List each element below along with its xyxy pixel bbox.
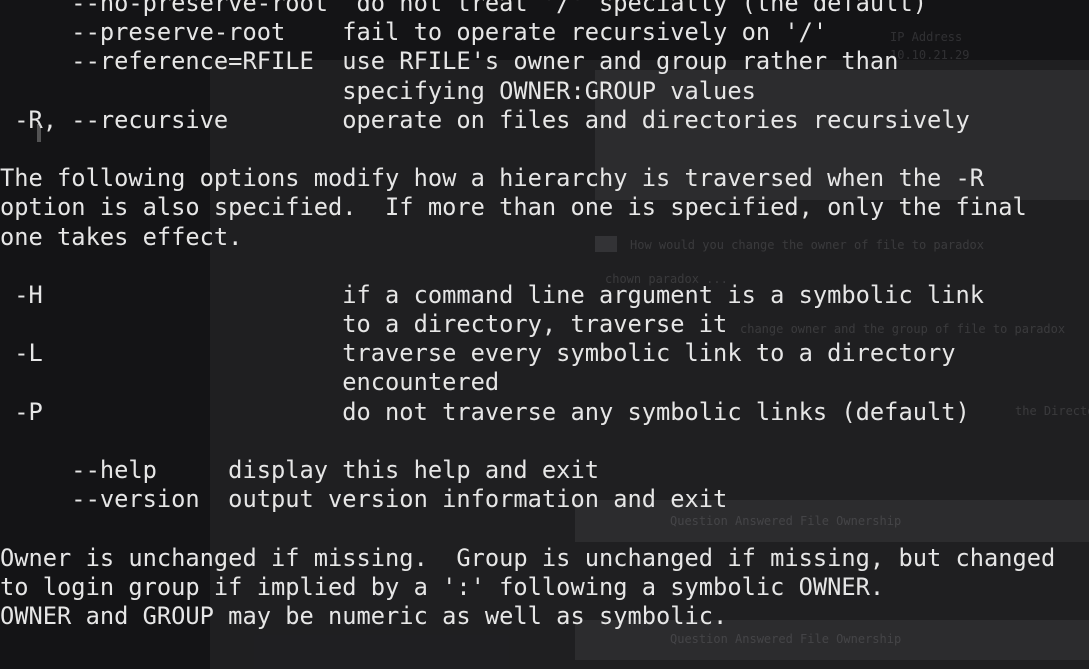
terminal-line: one takes effect. xyxy=(0,222,243,251)
terminal-line: Owner is unchanged if missing. Group is … xyxy=(0,543,1056,572)
terminal-line: --reference=RFILE use RFILE's owner and … xyxy=(0,47,899,76)
terminal-line: -R, --recursive operate on files and dir… xyxy=(0,105,970,134)
terminal-line: to login group if implied by a ':' follo… xyxy=(0,572,885,601)
terminal-line: option is also specified. If more than o… xyxy=(0,193,1027,222)
terminal-line: --no-preserve-root do not treat '/' spec… xyxy=(0,0,927,17)
background-footer-two: Question Answered File Ownership xyxy=(670,632,902,646)
terminal-line: --version output version information and… xyxy=(0,485,728,514)
text-cursor-icon xyxy=(37,124,41,142)
terminal-line: The following options modify how a hiera… xyxy=(0,164,985,193)
terminal-line: encountered xyxy=(0,368,500,397)
terminal-line: specifying OWNER:GROUP values xyxy=(0,76,756,105)
terminal-line: -L traverse every symbolic link to a dir… xyxy=(0,339,956,368)
terminal-line: -P do not traverse any symbolic links (d… xyxy=(0,397,970,426)
terminal-output: --no-preserve-root do not treat '/' spec… xyxy=(0,0,1055,631)
terminal-window[interactable]: IP Address 10.10.21.29 How would you cha… xyxy=(0,0,1089,669)
terminal-line: --preserve-root fail to operate recursiv… xyxy=(0,18,828,47)
terminal-line: to a directory, traverse it xyxy=(0,310,728,339)
terminal-line: OWNER and GROUP may be numeric as well a… xyxy=(0,601,728,630)
terminal-line: -H if a command line argument is a symbo… xyxy=(0,280,985,309)
terminal-line: --help display this help and exit xyxy=(0,456,599,484)
